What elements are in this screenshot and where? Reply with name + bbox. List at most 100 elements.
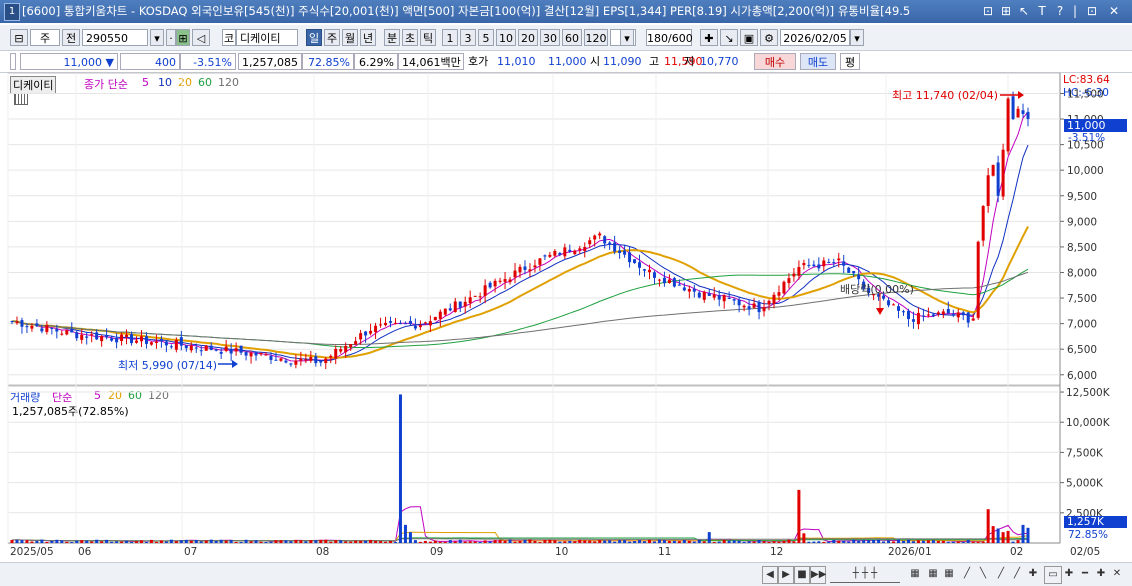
layout-icon-3[interactable]: ▦ bbox=[942, 566, 956, 582]
settings-toggle-icon[interactable]: ⊟ bbox=[10, 29, 28, 46]
candle-body bbox=[418, 325, 422, 328]
candle-body bbox=[105, 335, 109, 338]
candle-body bbox=[179, 337, 183, 346]
period-year-button[interactable]: 년 bbox=[360, 29, 376, 46]
statusbar-close-icon[interactable]: ✕ bbox=[1110, 566, 1124, 582]
candle-body bbox=[593, 235, 597, 240]
volume-bar bbox=[767, 541, 771, 543]
candle-body bbox=[448, 308, 452, 311]
minute-30-button[interactable]: 30 bbox=[540, 29, 560, 46]
candle-body bbox=[528, 269, 532, 272]
candle-body bbox=[473, 295, 477, 297]
buy-button[interactable]: 매수 bbox=[754, 53, 796, 70]
volume-bar bbox=[872, 540, 876, 543]
candle-body bbox=[279, 358, 283, 361]
channel-tool-icon[interactable]: ╱ bbox=[1010, 566, 1024, 582]
chart-tool-icon[interactable]: ✚ bbox=[700, 29, 718, 46]
period-month-button[interactable]: 월 bbox=[342, 29, 358, 46]
window-number-badge[interactable]: 1 bbox=[4, 3, 20, 21]
candle-body bbox=[762, 307, 766, 312]
trend-tool-icon[interactable]: ╱ bbox=[994, 566, 1008, 582]
cursor-icon[interactable]: ↖ bbox=[1016, 3, 1032, 19]
volume-bar bbox=[25, 540, 29, 543]
layout-icon-2[interactable]: ▦ bbox=[926, 566, 940, 582]
minute-3-button[interactable]: 3 bbox=[460, 29, 476, 46]
stop-icon[interactable]: ■ bbox=[794, 566, 810, 584]
volume-bar bbox=[423, 540, 427, 543]
help-icon[interactable]: ? bbox=[1052, 3, 1068, 19]
volume-bar bbox=[50, 540, 54, 543]
stock-name-field[interactable]: 디케이티 bbox=[236, 29, 298, 46]
calendar-dropdown-icon[interactable]: ▾ bbox=[850, 29, 864, 46]
scroll-left-icon[interactable]: ◀ bbox=[762, 566, 778, 584]
volume-bar bbox=[125, 540, 129, 543]
stock-code-input[interactable]: 290550 bbox=[82, 29, 148, 46]
minute-120-button[interactable]: 120 bbox=[584, 29, 608, 46]
volume-bar bbox=[299, 540, 303, 543]
minute-20-button[interactable]: 20 bbox=[518, 29, 538, 46]
minute-60-button[interactable]: 60 bbox=[562, 29, 582, 46]
scroll-right-icon[interactable]: ▶ bbox=[778, 566, 794, 584]
code-dropdown-icon[interactable]: ▾ bbox=[150, 29, 164, 46]
volume-tick-label: 10,000K bbox=[1066, 417, 1111, 429]
period-type-select[interactable]: 주 bbox=[30, 29, 60, 46]
volume-bar bbox=[906, 539, 910, 543]
candle-body bbox=[80, 334, 84, 340]
cross-tool-icon[interactable]: ✚ bbox=[1026, 566, 1040, 582]
zoom-out-icon[interactable]: ━ bbox=[1078, 566, 1092, 582]
minute-1-button[interactable]: 1 bbox=[442, 29, 458, 46]
layout-icon-1[interactable]: ▦ bbox=[908, 566, 922, 582]
candle-body bbox=[309, 356, 313, 361]
date-input[interactable]: 2026/02/05 bbox=[780, 29, 850, 46]
prev-button[interactable]: 전 bbox=[62, 29, 80, 46]
period-second-button[interactable]: 초 bbox=[402, 29, 418, 46]
candle-body bbox=[274, 359, 278, 361]
x-tick-label: 12 bbox=[770, 546, 783, 558]
eval-button[interactable]: 평 bbox=[840, 53, 860, 70]
close-icon[interactable]: ✕ bbox=[1106, 3, 1122, 19]
x-tick-label: 02/05 bbox=[1070, 546, 1100, 558]
candle-body bbox=[159, 339, 163, 342]
minimize-icon[interactable]: ⊡ bbox=[1084, 3, 1100, 19]
zoom-slider[interactable]: ┼ ┼ ┼ bbox=[830, 566, 900, 583]
candle-body bbox=[652, 272, 656, 278]
candle-body bbox=[90, 334, 94, 336]
candle-body bbox=[115, 338, 119, 343]
text-tool-icon[interactable]: T bbox=[1034, 3, 1050, 19]
table-toggle-icon[interactable] bbox=[14, 93, 28, 105]
favorite-icon[interactable]: ⊞ bbox=[176, 29, 190, 46]
zoom-in-icon[interactable]: ✚ bbox=[1062, 566, 1076, 582]
draw-tool-icon[interactable]: ↘ bbox=[720, 29, 738, 46]
period-minute-button[interactable]: 분 bbox=[384, 29, 400, 46]
candle-body bbox=[398, 323, 402, 325]
line-tool-icon[interactable]: ╱ bbox=[960, 566, 974, 582]
candle-body bbox=[95, 332, 99, 340]
period-day-button[interactable]: 일 bbox=[306, 29, 322, 46]
sell-button[interactable]: 매도 bbox=[800, 53, 836, 70]
sound-icon[interactable]: ◁ bbox=[192, 29, 210, 46]
volume-bar bbox=[702, 541, 706, 543]
window-restore-icon[interactable]: ⊡ bbox=[980, 3, 996, 19]
minute-5-button[interactable]: 5 bbox=[478, 29, 494, 46]
volume-bar bbox=[398, 394, 402, 543]
info-handle[interactable] bbox=[10, 53, 16, 70]
search-icon[interactable]: · bbox=[166, 29, 176, 46]
minute-10-button[interactable]: 10 bbox=[496, 29, 516, 46]
window-tile-icon[interactable]: ⊞ bbox=[998, 3, 1014, 19]
gear-icon[interactable]: ⚙ bbox=[760, 29, 778, 46]
bar-count-field[interactable]: 180/600 bbox=[646, 29, 693, 46]
custom-period-dropdown-icon[interactable]: ▾ bbox=[620, 29, 634, 46]
candle-body bbox=[792, 273, 796, 277]
period-week-button[interactable]: 주 bbox=[324, 29, 340, 46]
volume-bar bbox=[224, 540, 228, 543]
fullscreen-icon[interactable]: ✚ bbox=[1094, 566, 1108, 582]
volume-bar bbox=[478, 542, 482, 543]
candle-body bbox=[164, 341, 168, 346]
fast-forward-icon[interactable]: ▶▶ bbox=[810, 566, 826, 584]
snapshot-icon[interactable]: ▭ bbox=[1044, 566, 1062, 584]
period-tick-button[interactable]: 틱 bbox=[420, 29, 436, 46]
candle-body bbox=[901, 311, 905, 313]
volume-legend-5: 5 bbox=[94, 389, 101, 402]
save-icon[interactable]: ▣ bbox=[740, 29, 758, 46]
fib-tool-icon[interactable]: ╲ bbox=[976, 566, 990, 582]
